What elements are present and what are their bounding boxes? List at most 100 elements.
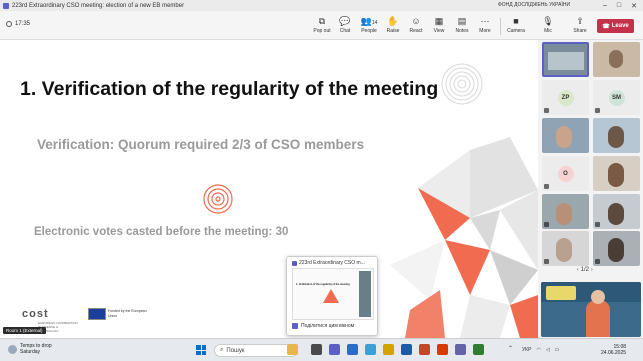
share-screen-icon xyxy=(292,323,298,329)
video-tile-participant[interactable] xyxy=(593,194,640,229)
thumbnail-title: 1. Verification of the regularity of the… xyxy=(296,283,350,286)
system-tray: УКР ◠ ◁ ▭ xyxy=(522,347,559,353)
eu-flag-icon xyxy=(88,308,106,320)
participant-figure xyxy=(608,163,624,187)
leave-button[interactable]: ☎ Leave xyxy=(597,19,634,33)
maximize-icon[interactable]: □ xyxy=(617,2,621,10)
outlook-icon[interactable] xyxy=(347,344,358,355)
video-tile-participant[interactable] xyxy=(593,118,640,153)
participant-head xyxy=(591,290,605,304)
teams-taskbar-icon[interactable] xyxy=(329,344,340,355)
video-tile-avatar[interactable]: ZP xyxy=(542,80,589,115)
pdf-icon[interactable] xyxy=(437,344,448,355)
participant-figure xyxy=(608,238,624,262)
concentric-circles-top xyxy=(441,63,483,105)
popout-icon: ⧉ xyxy=(318,16,326,26)
volume-icon[interactable]: ◁ xyxy=(546,347,550,353)
mic-muted-icon xyxy=(544,184,549,189)
taskbar-search[interactable]: ⌕ Пошук xyxy=(214,344,298,357)
eu-funding-text: Funded by the European Union xyxy=(108,309,147,318)
gallery-page-text: 1/2 xyxy=(580,267,590,273)
video-tile-self[interactable] xyxy=(542,42,589,77)
video-tile-participant[interactable] xyxy=(593,231,640,266)
wifi-icon[interactable]: ◠ xyxy=(536,347,540,353)
raise-label: Raise xyxy=(386,28,400,34)
video-tile-avatar[interactable]: O xyxy=(542,156,589,191)
notes-label: Notes xyxy=(455,28,469,34)
task-view-icon[interactable] xyxy=(287,344,298,355)
weather-widget[interactable]: Temps to drop Saturday xyxy=(8,343,52,355)
people-button[interactable]: 👥14 People xyxy=(356,16,382,34)
phone-icon: ☎ xyxy=(602,23,610,30)
more-button[interactable]: ⋯ More xyxy=(472,16,498,34)
meeting-timer: 17:35 xyxy=(6,21,30,27)
camera-button[interactable]: ■ Camera xyxy=(503,16,529,34)
window-controls: – □ ✕ xyxy=(603,2,637,10)
mic-muted-icon: 🎙 xyxy=(542,16,554,26)
chevron-left-icon[interactable]: ‹ xyxy=(577,267,579,273)
share-this-window-button[interactable]: Поділитися цим вікном xyxy=(292,323,354,329)
word-icon[interactable] xyxy=(401,344,412,355)
start-button[interactable] xyxy=(196,345,206,355)
mic-button[interactable]: 🎙 Mic xyxy=(535,16,561,34)
app-icon[interactable] xyxy=(311,344,322,355)
chat-button[interactable]: 💬 Chat xyxy=(332,16,358,34)
spotlight-video-tile[interactable] xyxy=(541,282,641,337)
close-icon[interactable]: ✕ xyxy=(631,2,637,10)
share-window-preview: 223rd Extraordinary CSO m... 1. Verifica… xyxy=(286,256,378,336)
weather-text: Temps to drop Saturday xyxy=(20,343,52,355)
avatar: O xyxy=(557,165,574,182)
notes-icon: ▤ xyxy=(457,16,467,26)
video-tile-participant[interactable] xyxy=(542,118,589,153)
mic-muted-icon xyxy=(544,259,549,264)
hand-icon: ✋ xyxy=(387,16,399,26)
avatar-initials: SM xyxy=(612,94,621,101)
language-indicator[interactable]: УКР xyxy=(522,347,531,353)
mic-muted-icon xyxy=(544,108,549,113)
leave-label: Leave xyxy=(611,23,629,29)
battery-icon[interactable]: ▭ xyxy=(555,347,560,353)
minimize-icon[interactable]: – xyxy=(603,2,607,10)
app-icon[interactable] xyxy=(455,344,466,355)
video-tile-participant[interactable] xyxy=(542,231,589,266)
app-icon[interactable] xyxy=(473,344,484,355)
preview-thumbnail[interactable]: 1. Verification of the regularity of the… xyxy=(292,268,374,320)
mic-muted-icon xyxy=(544,222,549,227)
toolbar-divider xyxy=(500,18,501,35)
share-button[interactable]: ⇪ Share xyxy=(567,16,593,34)
video-tile-participant[interactable] xyxy=(593,42,640,77)
edge-icon[interactable] xyxy=(365,344,376,355)
chevron-right-icon[interactable]: › xyxy=(591,267,593,273)
participant-figure xyxy=(556,126,572,148)
share-this-window-label: Поділитися цим вікном xyxy=(301,323,355,329)
room-video xyxy=(548,52,584,70)
people-icon: 👥14 xyxy=(360,16,378,26)
mic-muted-icon xyxy=(595,108,600,113)
folder-icon[interactable] xyxy=(383,344,394,355)
participant-figure xyxy=(556,238,572,262)
clock[interactable]: 15:08 24.06.2025 xyxy=(601,344,626,356)
shared-slide: 1. Verification of the regularity of the… xyxy=(0,40,538,338)
grid-icon: ▦ xyxy=(434,16,444,26)
more-label: More xyxy=(479,28,491,34)
teams-app-icon xyxy=(292,260,297,266)
timer-text: 17:35 xyxy=(15,21,31,27)
participant-figure xyxy=(556,203,572,225)
powerpoint-icon[interactable] xyxy=(419,344,430,355)
video-tile-avatar[interactable]: SM xyxy=(593,80,640,115)
avatar: SM xyxy=(608,89,625,106)
camera-icon: ■ xyxy=(513,16,519,26)
chat-label: Chat xyxy=(339,28,351,34)
search-icon: ⌕ xyxy=(220,347,224,353)
concentric-circles-orange xyxy=(203,184,233,214)
thumbnail-gallery xyxy=(359,271,371,317)
tray-overflow-icon[interactable]: ⌃ xyxy=(508,345,513,352)
avatar-initials: O xyxy=(563,170,568,177)
preview-title: 223rd Extraordinary CSO m... xyxy=(292,260,365,266)
room-label: Room 1 (External) xyxy=(3,327,46,334)
video-tile-participant[interactable] xyxy=(593,156,640,191)
mic-label: Mic xyxy=(544,28,552,34)
share-icon: ⇪ xyxy=(576,16,584,26)
participant-figure xyxy=(608,126,624,148)
video-tile-participant[interactable] xyxy=(542,194,589,229)
